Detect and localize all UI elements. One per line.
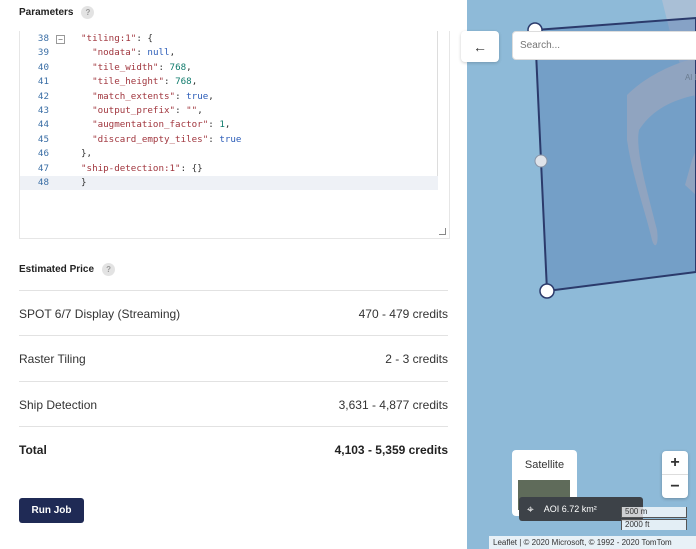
- code-text: "discard_empty_tiles": true: [92, 133, 242, 145]
- price-total-value: 4,103 - 5,359 credits: [334, 442, 448, 457]
- line-number: 40: [37, 61, 49, 73]
- parameters-header: Parameters ?: [19, 6, 95, 19]
- line-number: 43: [37, 105, 49, 116]
- code-text: },: [81, 148, 93, 160]
- zoom-in-button[interactable]: +: [662, 451, 688, 474]
- arrow-left-icon: ←: [473, 38, 487, 55]
- price-row-label: Raster Tiling: [19, 351, 86, 366]
- code-text: "tile_height": 768,: [92, 76, 198, 88]
- code-text: "tile_width": 768,: [92, 61, 192, 73]
- left-panel: Parameters ? 38− "tiling:1": { 39 "nodata"…: [0, 0, 467, 549]
- line-number: 46: [37, 148, 49, 160]
- code-text: "match_extents": true,: [92, 90, 214, 102]
- estimated-price-title: Estimated Price: [19, 264, 95, 275]
- line-number: 44: [37, 119, 49, 131]
- zoom-control: + −: [662, 451, 688, 498]
- price-row: SPOT 6/7 Display (Streaming) 470 - 479 c…: [19, 290, 448, 336]
- editor-resize-handle[interactable]: [439, 228, 446, 235]
- editor-line[interactable]: 47 "ship-detection:1": {}: [20, 162, 438, 176]
- map-search-input[interactable]: [512, 31, 696, 60]
- editor-line[interactable]: 38− "tiling:1": {: [20, 32, 438, 46]
- line-number: 47: [37, 162, 49, 174]
- editor-line[interactable]: 43 "output_prefix": "",: [20, 104, 438, 118]
- map-attribution[interactable]: Leaflet | © 2020 Microsoft, © 1992 - 202…: [489, 536, 696, 549]
- back-button[interactable]: ←: [461, 31, 499, 62]
- aoi-area-label: AOI 6.72 km²: [543, 504, 597, 514]
- line-number: 41: [37, 76, 49, 88]
- line-number: 48: [37, 177, 49, 188]
- line-number: 45: [37, 133, 49, 145]
- editor-line[interactable]: 45 "discard_empty_tiles": true: [20, 133, 438, 147]
- price-row-value: 3,631 - 4,877 credits: [338, 397, 448, 412]
- polygon-midpoint-handle[interactable]: [534, 154, 548, 168]
- price-total-row: Total 4,103 - 5,359 credits: [19, 426, 448, 472]
- fold-toggle-icon[interactable]: −: [56, 35, 65, 44]
- editor-line[interactable]: 41 "tile_height": 768,: [20, 75, 438, 89]
- code-text: "augmentation_factor": 1,: [92, 119, 231, 131]
- editor-line[interactable]: 46},: [20, 147, 438, 161]
- code-text: "ship-detection:1": {}: [81, 162, 203, 174]
- line-number: 42: [37, 90, 49, 102]
- editor-line[interactable]: 48}: [20, 176, 438, 191]
- price-row-label: SPOT 6/7 Display (Streaming): [19, 306, 181, 321]
- code-text: "output_prefix": "",: [92, 105, 203, 116]
- price-row-value: 2 - 3 credits: [385, 351, 448, 366]
- price-row-value: 470 - 479 credits: [358, 306, 448, 321]
- price-row: Ship Detection 3,631 - 4,877 credits: [19, 381, 448, 427]
- editor-line[interactable]: 44 "augmentation_factor": 1,: [20, 118, 438, 132]
- crosshair-icon[interactable]: ⌖: [527, 502, 534, 517]
- line-number: 38: [37, 33, 49, 44]
- satellite-label: Satellite: [524, 459, 565, 471]
- editor-line[interactable]: 40 "tile_width": 768,: [20, 61, 438, 75]
- map-place-label: Al De: [685, 73, 696, 82]
- editor-line[interactable]: 39 "nodata": null,: [20, 46, 438, 60]
- json-editor[interactable]: 38− "tiling:1": {39 "nodata": null, 40 "ti…: [19, 31, 450, 239]
- editor-line[interactable]: 42 "match_extents": true,: [20, 90, 438, 104]
- parameters-help-icon[interactable]: ?: [81, 6, 95, 19]
- code-text: }: [81, 177, 87, 188]
- polygon-vertex-handle[interactable]: [539, 283, 555, 299]
- price-total-label: Total: [19, 442, 47, 457]
- price-help-icon[interactable]: ?: [102, 263, 116, 276]
- line-number: 39: [37, 47, 49, 59]
- run-job-button[interactable]: Run Job: [19, 498, 84, 523]
- estimated-price-header: Estimated Price ?: [19, 263, 116, 276]
- price-row-label: Ship Detection: [19, 397, 98, 412]
- code-text: "nodata": null,: [92, 47, 176, 59]
- code-text: "tiling:1": {: [81, 33, 153, 44]
- parameters-title: Parameters: [19, 7, 74, 18]
- zoom-out-button[interactable]: −: [662, 474, 688, 498]
- scale-bar-metric: 500 m: [621, 507, 687, 518]
- scale-bar-imperial: 2000 ft: [621, 519, 687, 530]
- price-row: Raster Tiling 2 - 3 credits: [19, 335, 448, 381]
